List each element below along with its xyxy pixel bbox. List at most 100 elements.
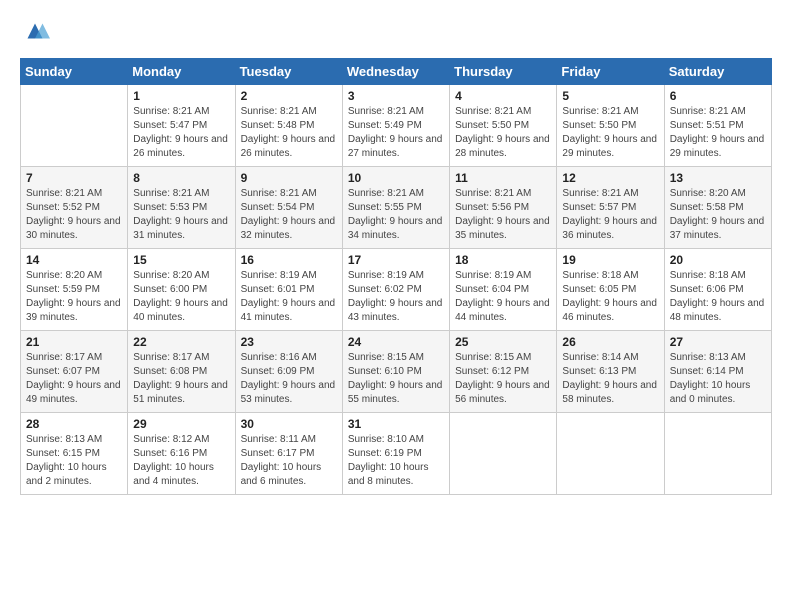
page: SundayMondayTuesdayWednesdayThursdayFrid… — [0, 0, 792, 612]
logo — [20, 16, 54, 46]
calendar-cell: 26 Sunrise: 8:14 AMSunset: 6:13 PMDayligh… — [557, 331, 664, 413]
day-info: Sunrise: 8:18 AMSunset: 6:05 PMDaylight:… — [562, 269, 658, 325]
day-number: 28 — [26, 417, 122, 431]
day-number: 9 — [241, 171, 337, 185]
day-info: Sunrise: 8:20 AMSunset: 5:59 PMDaylight:… — [26, 269, 122, 325]
day-info: Sunrise: 8:19 AMSunset: 6:04 PMDaylight:… — [455, 269, 551, 325]
weekday-header-sunday: Sunday — [21, 59, 128, 85]
day-number: 12 — [562, 171, 658, 185]
calendar-cell: 30 Sunrise: 8:11 AMSunset: 6:17 PMDayligh… — [235, 413, 342, 495]
day-info: Sunrise: 8:19 AMSunset: 6:02 PMDaylight:… — [348, 269, 444, 325]
calendar-cell — [557, 413, 664, 495]
calendar-cell — [664, 413, 771, 495]
weekday-header-friday: Friday — [557, 59, 664, 85]
day-number: 20 — [670, 253, 766, 267]
day-info: Sunrise: 8:21 AMSunset: 5:55 PMDaylight:… — [348, 187, 444, 243]
calendar-cell: 7 Sunrise: 8:21 AMSunset: 5:52 PMDaylight… — [21, 167, 128, 249]
day-info: Sunrise: 8:20 AMSunset: 5:58 PMDaylight:… — [670, 187, 766, 243]
calendar-cell: 18 Sunrise: 8:19 AMSunset: 6:04 PMDayligh… — [450, 249, 557, 331]
calendar-cell — [21, 85, 128, 167]
calendar-cell: 14 Sunrise: 8:20 AMSunset: 5:59 PMDayligh… — [21, 249, 128, 331]
weekday-header-row: SundayMondayTuesdayWednesdayThursdayFrid… — [21, 59, 772, 85]
calendar-cell: 6 Sunrise: 8:21 AMSunset: 5:51 PMDaylight… — [664, 85, 771, 167]
calendar-cell: 29 Sunrise: 8:12 AMSunset: 6:16 PMDayligh… — [128, 413, 235, 495]
calendar-week-row: 1 Sunrise: 8:21 AMSunset: 5:47 PMDaylight… — [21, 85, 772, 167]
day-number: 8 — [133, 171, 229, 185]
logo-icon — [20, 16, 50, 46]
day-info: Sunrise: 8:13 AMSunset: 6:14 PMDaylight:… — [670, 351, 766, 407]
day-info: Sunrise: 8:21 AMSunset: 5:57 PMDaylight:… — [562, 187, 658, 243]
day-number: 17 — [348, 253, 444, 267]
day-info: Sunrise: 8:12 AMSunset: 6:16 PMDaylight:… — [133, 433, 229, 489]
day-number: 5 — [562, 89, 658, 103]
day-info: Sunrise: 8:17 AMSunset: 6:08 PMDaylight:… — [133, 351, 229, 407]
day-number: 15 — [133, 253, 229, 267]
day-info: Sunrise: 8:16 AMSunset: 6:09 PMDaylight:… — [241, 351, 337, 407]
calendar-cell: 21 Sunrise: 8:17 AMSunset: 6:07 PMDayligh… — [21, 331, 128, 413]
calendar-cell: 12 Sunrise: 8:21 AMSunset: 5:57 PMDayligh… — [557, 167, 664, 249]
day-info: Sunrise: 8:14 AMSunset: 6:13 PMDaylight:… — [562, 351, 658, 407]
day-info: Sunrise: 8:21 AMSunset: 5:54 PMDaylight:… — [241, 187, 337, 243]
day-info: Sunrise: 8:21 AMSunset: 5:51 PMDaylight:… — [670, 105, 766, 161]
calendar-table: SundayMondayTuesdayWednesdayThursdayFrid… — [20, 58, 772, 495]
day-number: 6 — [670, 89, 766, 103]
weekday-header-thursday: Thursday — [450, 59, 557, 85]
day-number: 13 — [670, 171, 766, 185]
day-info: Sunrise: 8:21 AMSunset: 5:50 PMDaylight:… — [562, 105, 658, 161]
calendar-cell: 10 Sunrise: 8:21 AMSunset: 5:55 PMDayligh… — [342, 167, 449, 249]
day-number: 18 — [455, 253, 551, 267]
day-info: Sunrise: 8:15 AMSunset: 6:12 PMDaylight:… — [455, 351, 551, 407]
day-number: 4 — [455, 89, 551, 103]
calendar-cell: 24Sunrise: 8:15 AMSunset: 6:10 PMDayligh… — [342, 331, 449, 413]
day-number: 10 — [348, 171, 444, 185]
day-number: 26 — [562, 335, 658, 349]
day-number: 1 — [133, 89, 229, 103]
calendar-cell: 28Sunrise: 8:13 AMSunset: 6:15 PMDayligh… — [21, 413, 128, 495]
day-number: 29 — [133, 417, 229, 431]
day-number: 22 — [133, 335, 229, 349]
day-number: 3 — [348, 89, 444, 103]
day-number: 11 — [455, 171, 551, 185]
day-number: 27 — [670, 335, 766, 349]
day-info: Sunrise: 8:17 AMSunset: 6:07 PMDaylight:… — [26, 351, 122, 407]
day-info: Sunrise: 8:21 AMSunset: 5:56 PMDaylight:… — [455, 187, 551, 243]
day-info: Sunrise: 8:21 AMSunset: 5:47 PMDaylight:… — [133, 105, 229, 161]
header — [20, 16, 772, 46]
day-number: 7 — [26, 171, 122, 185]
day-number: 21 — [26, 335, 122, 349]
weekday-header-monday: Monday — [128, 59, 235, 85]
calendar-cell: 3 Sunrise: 8:21 AMSunset: 5:49 PMDaylight… — [342, 85, 449, 167]
day-number: 16 — [241, 253, 337, 267]
calendar-cell: 15Sunrise: 8:20 AMSunset: 6:00 PMDayligh… — [128, 249, 235, 331]
calendar-cell: 27 Sunrise: 8:13 AMSunset: 6:14 PMDayligh… — [664, 331, 771, 413]
calendar-cell — [450, 413, 557, 495]
calendar-cell: 9 Sunrise: 8:21 AMSunset: 5:54 PMDaylight… — [235, 167, 342, 249]
calendar-week-row: 28Sunrise: 8:13 AMSunset: 6:15 PMDayligh… — [21, 413, 772, 495]
calendar-cell: 20 Sunrise: 8:18 AMSunset: 6:06 PMDayligh… — [664, 249, 771, 331]
weekday-header-saturday: Saturday — [664, 59, 771, 85]
day-info: Sunrise: 8:21 AMSunset: 5:53 PMDaylight:… — [133, 187, 229, 243]
calendar-cell: 5 Sunrise: 8:21 AMSunset: 5:50 PMDaylight… — [557, 85, 664, 167]
day-info: Sunrise: 8:21 AMSunset: 5:50 PMDaylight:… — [455, 105, 551, 161]
day-info: Sunrise: 8:18 AMSunset: 6:06 PMDaylight:… — [670, 269, 766, 325]
calendar-week-row: 21 Sunrise: 8:17 AMSunset: 6:07 PMDayligh… — [21, 331, 772, 413]
calendar-week-row: 7 Sunrise: 8:21 AMSunset: 5:52 PMDaylight… — [21, 167, 772, 249]
calendar-cell: 23 Sunrise: 8:16 AMSunset: 6:09 PMDayligh… — [235, 331, 342, 413]
day-number: 31 — [348, 417, 444, 431]
day-info: Sunrise: 8:11 AMSunset: 6:17 PMDaylight:… — [241, 433, 337, 489]
day-number: 30 — [241, 417, 337, 431]
day-info: Sunrise: 8:21 AMSunset: 5:49 PMDaylight:… — [348, 105, 444, 161]
calendar-cell: 25Sunrise: 8:15 AMSunset: 6:12 PMDayligh… — [450, 331, 557, 413]
calendar-week-row: 14 Sunrise: 8:20 AMSunset: 5:59 PMDayligh… — [21, 249, 772, 331]
day-number: 14 — [26, 253, 122, 267]
calendar-cell: 4 Sunrise: 8:21 AMSunset: 5:50 PMDaylight… — [450, 85, 557, 167]
day-number: 23 — [241, 335, 337, 349]
calendar-cell: 17 Sunrise: 8:19 AMSunset: 6:02 PMDayligh… — [342, 249, 449, 331]
day-number: 2 — [241, 89, 337, 103]
weekday-header-wednesday: Wednesday — [342, 59, 449, 85]
calendar-cell: 31Sunrise: 8:10 AMSunset: 6:19 PMDayligh… — [342, 413, 449, 495]
day-info: Sunrise: 8:21 AMSunset: 5:52 PMDaylight:… — [26, 187, 122, 243]
calendar-cell: 22 Sunrise: 8:17 AMSunset: 6:08 PMDayligh… — [128, 331, 235, 413]
calendar-cell: 2Sunrise: 8:21 AMSunset: 5:48 PMDaylight… — [235, 85, 342, 167]
calendar-cell: 19Sunrise: 8:18 AMSunset: 6:05 PMDayligh… — [557, 249, 664, 331]
